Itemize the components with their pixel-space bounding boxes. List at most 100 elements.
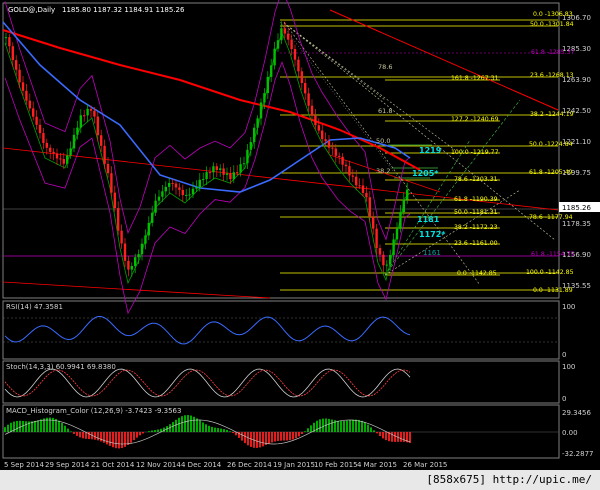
candle-body — [256, 118, 259, 128]
candle-body — [59, 158, 62, 160]
candle-body — [66, 155, 69, 164]
candle-body — [137, 254, 140, 258]
candle-body — [341, 156, 344, 165]
rsi-scale-top: 100 — [562, 303, 575, 311]
stoch-scale-bottom: 0 — [562, 395, 566, 403]
date-tick: 29 Sep 2014 — [45, 461, 90, 469]
candle-body — [348, 166, 351, 176]
fib-label: 61.8 -1285.37 — [531, 49, 575, 56]
candle-body — [392, 239, 395, 255]
candle-body — [225, 173, 229, 175]
chart-canvas[interactable]: GOLD@,Daily 1185.80 1187.32 1184.91 1185… — [0, 0, 600, 470]
fan-label: 61.8 — [378, 107, 392, 115]
candle-body — [100, 135, 103, 146]
candle-body — [157, 196, 161, 201]
candle-body — [317, 125, 320, 131]
candle-body — [38, 124, 42, 134]
zone-label: 1181 — [417, 215, 440, 224]
zone-label: 1161 — [423, 249, 441, 257]
candle-body — [15, 60, 18, 70]
fib-label: 0.0 -1142.85 — [457, 270, 497, 277]
candle-body — [239, 164, 242, 173]
date-tick: 26 Mar 2015 — [403, 461, 447, 469]
fib-label: 23.6 -1268.13 — [530, 72, 574, 79]
rsi-header: RSI(14) 47.3581 — [6, 303, 63, 311]
candle-body — [96, 116, 99, 136]
candle-body — [154, 200, 157, 213]
zone-label: 1172* — [419, 230, 446, 239]
candle-body — [113, 192, 116, 209]
fib-label: 78.6 -1177.94 — [529, 214, 573, 221]
candle-body — [4, 37, 8, 39]
footer-bar: [858x675] http://upic.me/ — [0, 470, 600, 490]
fib-label: 50.0 -1301.84 — [530, 21, 574, 28]
candle-body — [365, 192, 368, 198]
candle-body — [174, 183, 178, 188]
candle-body — [270, 65, 273, 77]
candle-body — [208, 172, 212, 174]
candle-body — [321, 130, 324, 140]
candle-body — [382, 254, 385, 266]
date-tick: 10 Feb 2015 — [314, 461, 358, 469]
candle-body — [25, 90, 28, 101]
candle-body — [42, 133, 45, 143]
fib-label: 23.6 -1161.00 — [454, 240, 498, 247]
fib-label: 100.0 -1142.85 — [526, 269, 574, 276]
date-tick: 4 Dec 2014 — [181, 461, 222, 469]
candle-body — [212, 166, 215, 173]
candle-body — [375, 228, 378, 249]
candle-body — [205, 172, 208, 180]
candle-body — [361, 185, 365, 193]
fan-label: 38.2 — [376, 167, 390, 175]
fib-label: 0.0 -1131.89 — [533, 287, 573, 294]
candle-body — [406, 189, 409, 200]
candle-body — [76, 127, 79, 135]
candle-body — [69, 148, 72, 156]
candle-body — [222, 168, 225, 175]
candle-body — [307, 93, 310, 106]
candle-body — [171, 183, 174, 185]
candle-body — [8, 37, 11, 47]
date-tick: 12 Nov 2014 — [136, 461, 181, 469]
rsi-scale-bottom: 0 — [562, 351, 566, 359]
candle-body — [385, 264, 388, 266]
candle-body — [293, 49, 297, 60]
current-price-label: 1185.26 — [562, 204, 591, 212]
candle-body — [55, 153, 59, 159]
fib-label: 61.8 -1190.39 — [454, 196, 498, 203]
candle-body — [117, 208, 120, 231]
candle-body — [181, 189, 184, 196]
zone-label: 1205* — [412, 169, 439, 178]
candle-body — [246, 149, 249, 164]
candle-body — [52, 151, 55, 154]
candle-body — [164, 186, 167, 192]
fib-label: 61.8 -1154.75 — [531, 251, 575, 258]
candle-body — [283, 28, 286, 34]
candle-body — [11, 46, 14, 61]
macd-scale-zero: 0.00 — [562, 429, 578, 437]
date-tick: 5 Sep 2014 — [4, 461, 44, 469]
fan-label: 50.0 — [376, 137, 390, 145]
macd-header: MACD_Histogram_Color (12,26,9) -3.7423 -… — [6, 407, 181, 415]
fib-label: 100.0 -1219.77 — [451, 149, 499, 156]
candle-body — [185, 194, 188, 196]
candle-body — [399, 212, 402, 229]
candle-body — [198, 179, 201, 188]
candle-body — [147, 222, 150, 236]
fib-label: 61.8 -1205.49 — [529, 169, 573, 176]
fib-label: 78.6 -1203.31 — [454, 176, 498, 183]
zone-label: 1219 — [419, 146, 442, 155]
fib-label: 38.2 -1244.19 — [530, 111, 574, 118]
fib-label: 50.0 -1224.84 — [529, 141, 573, 148]
candle-body — [280, 28, 283, 41]
candle-body — [120, 230, 123, 244]
date-tick: 26 Dec 2014 — [227, 461, 272, 469]
candle-body — [395, 228, 399, 240]
candle-body — [372, 216, 375, 229]
candle-body — [195, 187, 198, 189]
candle-body — [49, 147, 52, 152]
candle-body — [334, 148, 337, 156]
candle-body — [62, 159, 65, 164]
candle-body — [123, 243, 127, 261]
candle-body — [344, 164, 348, 167]
